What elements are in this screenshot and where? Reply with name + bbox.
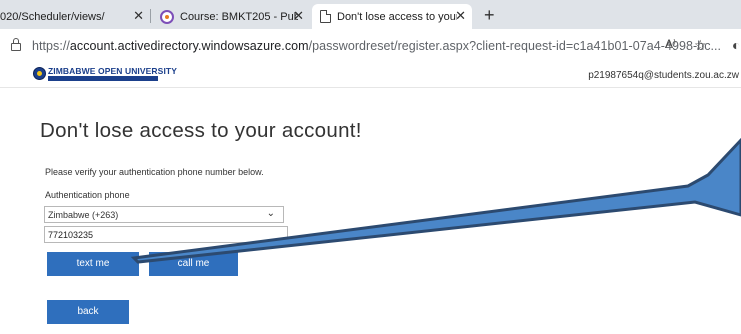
tab-password-reset[interactable]: Don't lose access to your accoun ✕ (312, 4, 472, 29)
page-header: ZIMBABWE OPEN UNIVERSITY p21987654q@stud… (0, 63, 741, 88)
logo-tagline-bar (48, 76, 158, 81)
url-path: /passwordreset/register.aspx?client-requ… (308, 39, 722, 53)
url-host: account.activedirectory.windowsazure.com (69, 39, 309, 53)
tab-separator (150, 9, 151, 23)
back-button[interactable]: back (47, 300, 129, 324)
phone-number-input[interactable] (44, 226, 288, 243)
chevron-down-icon: ⌄ (266, 208, 275, 219)
authentication-phone-label: Authentication phone (45, 190, 130, 200)
university-logo: ZIMBABWE OPEN UNIVERSITY (33, 66, 177, 84)
close-icon[interactable]: ✕ (133, 9, 144, 23)
close-icon[interactable]: ✕ (455, 9, 466, 23)
instruction-text: Please verify your authentication phone … (45, 167, 264, 177)
annotation-arrow-shape (130, 137, 741, 264)
new-tab-icon[interactable]: + (484, 5, 495, 25)
logo-text: ZIMBABWE OPEN UNIVERSITY (48, 66, 177, 76)
read-aloud-icon[interactable]: A⁾ (665, 37, 676, 51)
university-emblem-icon (33, 67, 46, 80)
tab-title: 020/Scheduler/views/ (0, 10, 105, 23)
text-me-button[interactable]: text me (47, 252, 139, 276)
url-scheme: https:// (32, 39, 70, 53)
moodle-icon (160, 9, 174, 24)
tab-course[interactable]: Course: BMKT205 - Public Relatic ✕ (152, 4, 310, 29)
favorites-star-icon[interactable]: ☆ (694, 37, 707, 54)
edge-toolbar-icon[interactable]: ◐ (732, 37, 740, 53)
lock-icon[interactable] (11, 38, 21, 51)
country-select-value: Zimbabwe (+263) (48, 210, 119, 220)
tab-title: Don't lose access to your accoun (337, 10, 457, 23)
call-me-button[interactable]: call me (149, 252, 238, 276)
close-icon[interactable]: ✕ (293, 9, 304, 23)
address-bar[interactable]: https://account.activedirectory.windowsa… (0, 29, 741, 63)
tab-scheduler[interactable]: 020/Scheduler/views/ ✕ (0, 4, 150, 29)
country-code-select[interactable]: Zimbabwe (+263) ⌄ (44, 206, 284, 223)
browser-tab-strip: 020/Scheduler/views/ ✕ Course: BMKT205 -… (0, 0, 741, 29)
url-text[interactable]: https://account.activedirectory.windowsa… (32, 39, 721, 53)
page-title: Don't lose access to your account! (40, 119, 362, 142)
user-email: p21987654q@students.zou.ac.zw (588, 70, 739, 81)
page-icon (320, 10, 331, 23)
tab-title: Course: BMKT205 - Public Relatic (180, 10, 298, 23)
